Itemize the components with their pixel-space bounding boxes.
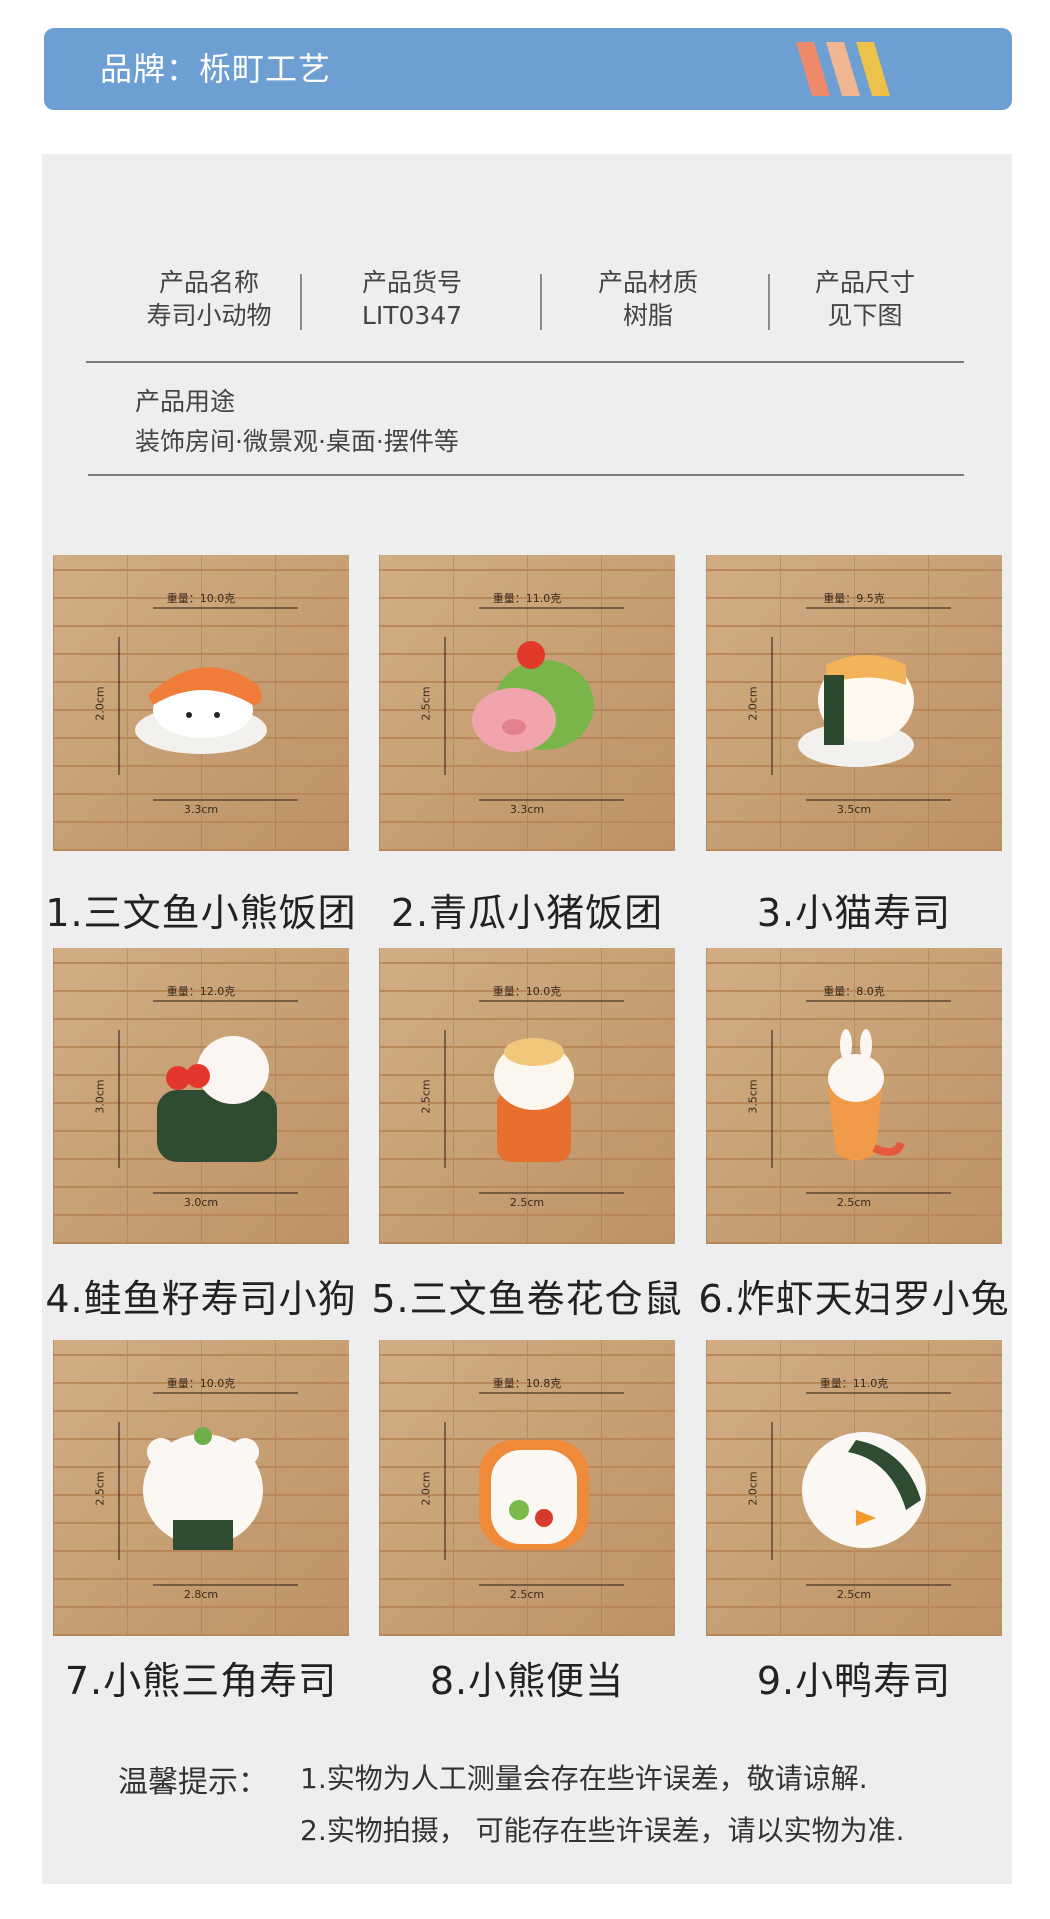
width-label: 3.3cm xyxy=(183,803,219,816)
brand-label: 品牌：栎町工艺 xyxy=(100,50,332,88)
height-label: 2.5cm xyxy=(93,1471,107,1506)
width-label: 3.5cm xyxy=(836,803,872,816)
divider-line xyxy=(88,474,964,476)
product-photo-5: 重量：10.0克 2.5cm 2.5cm xyxy=(379,948,675,1244)
width-label: 2.5cm xyxy=(836,1588,872,1601)
product-photo-7: 重量：10.0克 2.5cm 2.8cm xyxy=(53,1340,349,1636)
product-caption-8: 8.小熊便当 xyxy=(429,1659,625,1703)
product-caption-2: 2.青瓜小猪饭团 xyxy=(390,891,664,935)
product-caption-5: 5.三文鱼卷花仓鼠 xyxy=(371,1277,683,1321)
spec-material-value: 树脂 xyxy=(622,301,673,330)
product-photo-1: 重量：10.0克 2.0cm 3.3cm xyxy=(53,555,349,851)
spec-name-value: 寿司小动物 xyxy=(146,301,272,330)
width-label: 2.5cm xyxy=(836,1196,872,1209)
product-caption-7: 7.小熊三角寿司 xyxy=(64,1659,338,1703)
width-label: 3.0cm xyxy=(183,1196,219,1209)
spec-size: 产品尺寸 见下图 xyxy=(790,266,940,332)
spec-name-title: 产品名称 xyxy=(158,268,259,297)
weight-label: 重量：10.0克 xyxy=(166,592,236,605)
product-caption-1: 1.三文鱼小熊饭团 xyxy=(45,891,357,935)
tips-line-2: 2.实物拍摄， 可能存在些许误差，请以实物为准. xyxy=(300,1814,905,1847)
spec-size-title: 产品尺寸 xyxy=(814,268,915,297)
product-photo-3: 重量：9.5克 2.0cm 3.5cm xyxy=(706,555,1002,851)
height-label: 2.0cm xyxy=(93,686,107,721)
weight-label: 重量：11.0克 xyxy=(819,1377,889,1390)
height-label: 2.5cm xyxy=(419,1079,433,1114)
product-caption-3: 3.小猫寿司 xyxy=(756,891,952,935)
divider-line xyxy=(86,361,964,363)
product-photo-6: 重量：8.0克 3.5cm 2.5cm xyxy=(706,948,1002,1244)
spec-name: 产品名称 寿司小动物 xyxy=(134,266,284,332)
height-label: 2.0cm xyxy=(746,686,760,721)
usage-title: 产品用途 xyxy=(135,387,236,416)
product-photo-9: 重量：11.0克 2.0cm 2.5cm xyxy=(706,1340,1002,1636)
weight-label: 重量：8.0克 xyxy=(823,985,885,998)
spec-divider xyxy=(300,274,302,330)
product-caption-6: 6.炸虾天妇罗小兔 xyxy=(698,1277,1010,1321)
weight-label: 重量：10.0克 xyxy=(166,1377,236,1390)
spec-sku-title: 产品货号 xyxy=(361,268,462,297)
spec-material-title: 产品材质 xyxy=(597,268,698,297)
spec-divider xyxy=(540,274,542,330)
weight-label: 重量：10.0克 xyxy=(492,985,562,998)
product-caption-9: 9.小鸭寿司 xyxy=(756,1659,952,1703)
tips-label: 温馨提示： xyxy=(118,1765,268,1800)
spec-sku: 产品货号 LIT0347 xyxy=(337,266,487,332)
height-label: 2.5cm xyxy=(419,686,433,721)
height-label: 3.0cm xyxy=(93,1079,107,1114)
height-label: 2.0cm xyxy=(419,1471,433,1506)
spec-divider xyxy=(768,274,770,330)
usage-text: 装饰房间·微景观·桌面·摆件等 xyxy=(135,427,459,456)
weight-label: 重量：9.5克 xyxy=(823,592,885,605)
width-label: 3.3cm xyxy=(509,803,545,816)
brand-stripes-icon xyxy=(796,42,890,96)
product-photo-2: 重量：11.0克 2.5cm 3.3cm xyxy=(379,555,675,851)
spec-size-value: 见下图 xyxy=(827,301,903,330)
brand-header: 品牌：栎町工艺 xyxy=(44,28,1012,110)
weight-label: 重量：11.0克 xyxy=(492,592,562,605)
width-label: 2.8cm xyxy=(183,1588,219,1601)
spec-material: 产品材质 树脂 xyxy=(573,266,723,332)
weight-label: 重量：12.0克 xyxy=(166,985,236,998)
weight-label: 重量：10.8克 xyxy=(492,1377,562,1390)
spec-row: 产品名称 寿司小动物 产品货号 LIT0347 产品材质 树脂 产品尺寸 见下图 xyxy=(82,266,972,346)
height-label: 3.5cm xyxy=(746,1079,760,1114)
tips-line-1: 1.实物为人工测量会存在些许误差，敬请谅解. xyxy=(300,1762,868,1795)
width-label: 2.5cm xyxy=(509,1196,545,1209)
height-label: 2.0cm xyxy=(746,1471,760,1506)
product-caption-4: 4.鲑鱼籽寿司小狗 xyxy=(45,1277,357,1321)
spec-sku-value: LIT0347 xyxy=(361,301,463,330)
width-label: 2.5cm xyxy=(509,1588,545,1601)
product-photo-8: 重量：10.8克 2.0cm 2.5cm xyxy=(379,1340,675,1636)
product-photo-4: 重量：12.0克 3.0cm 3.0cm xyxy=(53,948,349,1244)
